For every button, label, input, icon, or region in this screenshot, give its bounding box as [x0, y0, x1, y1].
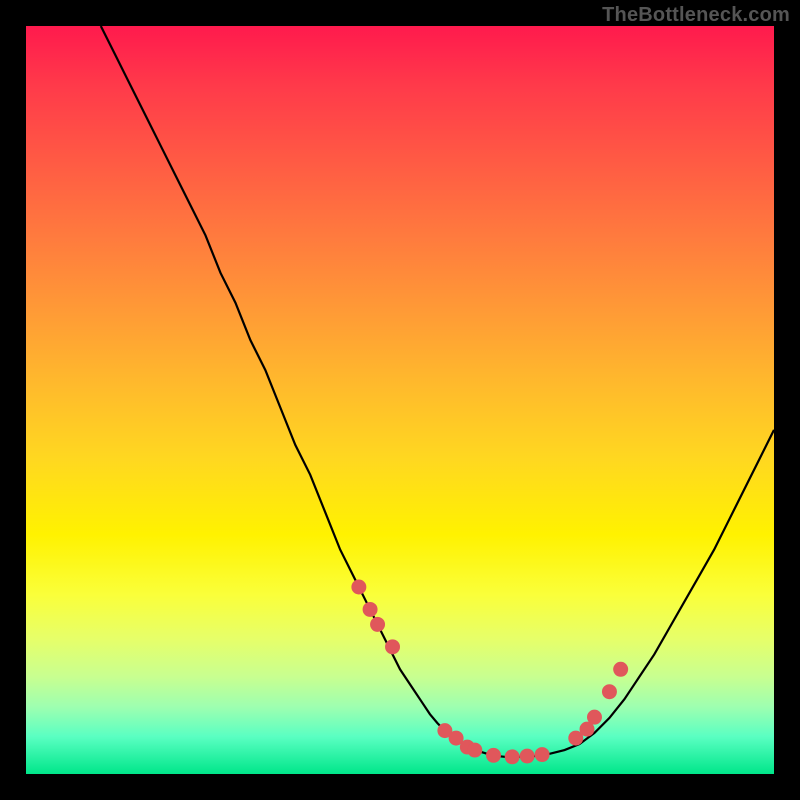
- marker-point: [520, 749, 535, 764]
- marker-point: [467, 743, 482, 758]
- marker-point: [535, 747, 550, 762]
- curve-line: [101, 26, 774, 757]
- curve-markers: [351, 580, 628, 765]
- watermark-text: TheBottleneck.com: [602, 4, 790, 27]
- marker-point: [370, 617, 385, 632]
- chart-svg: [26, 26, 774, 774]
- marker-point: [363, 602, 378, 617]
- marker-point: [505, 749, 520, 764]
- marker-point: [602, 684, 617, 699]
- chart-frame: TheBottleneck.com: [0, 0, 800, 800]
- plot-area: [26, 26, 774, 774]
- marker-point: [351, 580, 366, 595]
- marker-point: [385, 639, 400, 654]
- marker-point: [587, 710, 602, 725]
- marker-point: [486, 748, 501, 763]
- marker-point: [613, 662, 628, 677]
